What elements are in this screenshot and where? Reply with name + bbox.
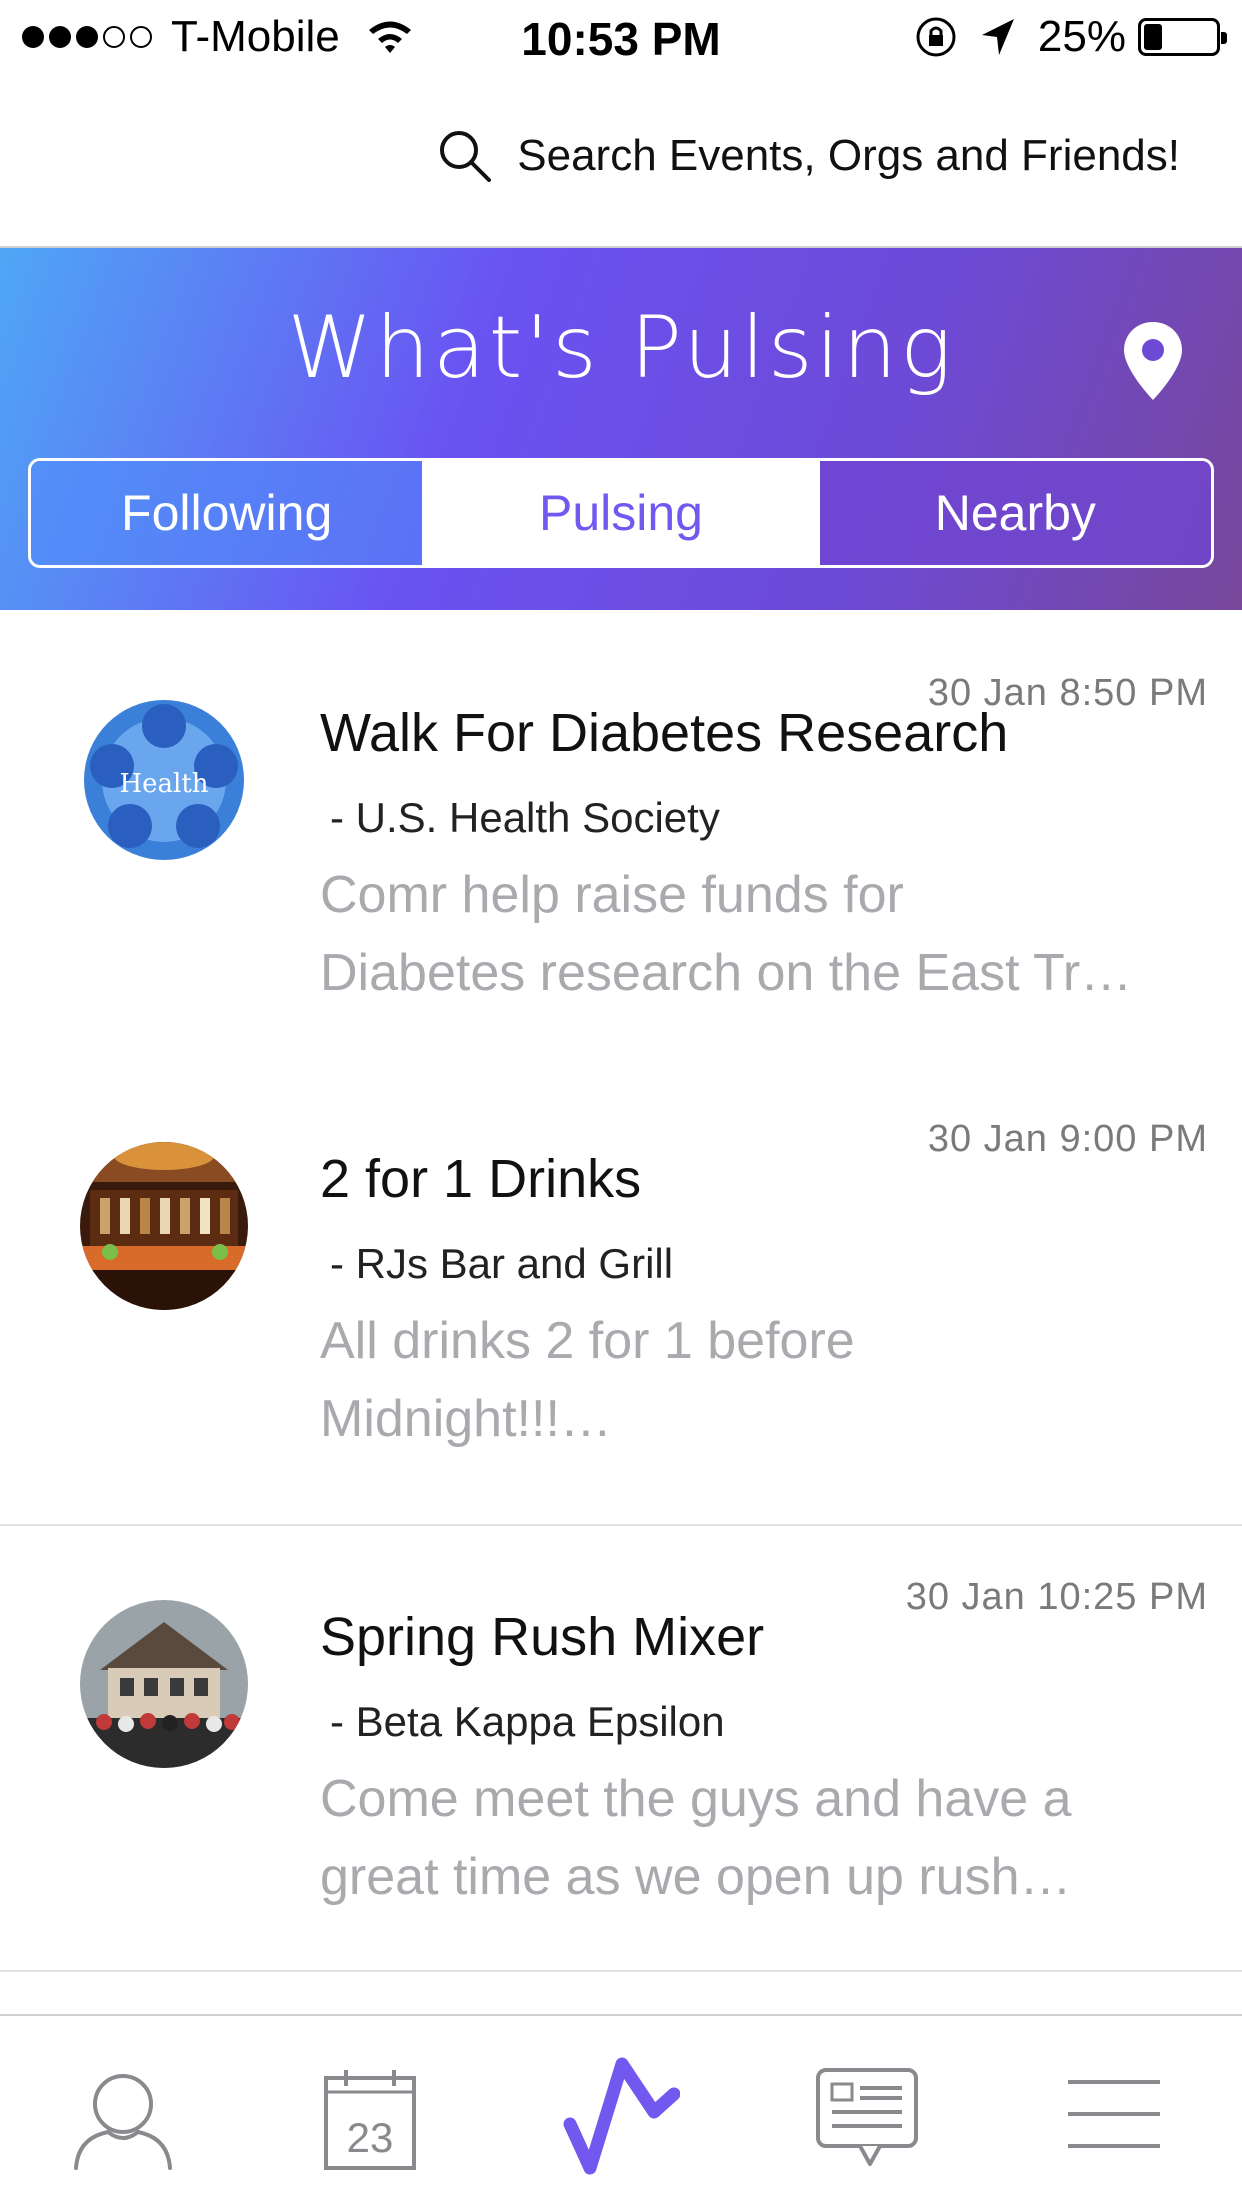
event-avatar — [80, 1142, 248, 1310]
event-organizer[interactable]: - U.S. Health Society — [330, 794, 720, 842]
battery-fill — [1144, 24, 1162, 50]
battery-icon — [1138, 18, 1227, 56]
event-time: 30 Jan 10:25 PM — [905, 1576, 1208, 1618]
event-title[interactable]: Walk For Diabetes Research — [320, 702, 1008, 764]
event-organizer[interactable]: - Beta Kappa Epsilon — [330, 1698, 725, 1746]
status-bar: T-Mobile 10:53 PM 25% — [0, 0, 1242, 78]
event-description-line: Comr help raise funds for — [320, 866, 904, 924]
search-field[interactable]: Search Events, Orgs and Friends! — [437, 128, 1180, 184]
avatar-label: Health — [119, 769, 208, 799]
event-description: Comr help raise funds for Diabetes resea… — [320, 856, 1210, 1012]
battery-tip — [1221, 32, 1227, 44]
search-placeholder[interactable]: Search Events, Orgs and Friends! — [517, 131, 1180, 181]
event-title[interactable]: Spring Rush Mixer — [320, 1606, 764, 1668]
header: What's Pulsing Following Pulsing Nearby — [0, 248, 1242, 610]
event-item[interactable]: 30 Jan 9:00 PM 2 for 1 Drinks - RJs Bar … — [0, 1056, 1242, 1526]
health-logo-icon: Health — [80, 696, 248, 864]
fraternity-photo-icon — [80, 1600, 248, 1768]
search-bar[interactable]: Search Events, Orgs and Friends! — [0, 78, 1242, 248]
messages-icon[interactable] — [812, 2064, 922, 2174]
event-organizer[interactable]: - RJs Bar and Grill — [330, 1240, 673, 1288]
event-description-line: All drinks 2 for 1 before — [320, 1312, 855, 1370]
calendar-icon[interactable]: 23 — [320, 2064, 420, 2174]
battery-percent: 25% — [1037, 12, 1126, 61]
bottom-tab-bar: 23 — [0, 2014, 1242, 2208]
event-title[interactable]: 2 for 1 Drinks — [320, 1148, 641, 1210]
search-icon[interactable] — [437, 128, 493, 184]
calendar-day: 23 — [347, 2114, 394, 2161]
tab-pulsing[interactable]: Pulsing — [425, 461, 817, 565]
event-description-line: great time as we open up rush… — [320, 1848, 1072, 1906]
tab-nearby[interactable]: Nearby — [816, 461, 1211, 565]
event-description-line: Come meet the guys and have a — [320, 1770, 1072, 1828]
bar-photo-icon — [80, 1142, 248, 1310]
event-description-line: Midnight!!!… — [320, 1390, 612, 1448]
event-description: All drinks 2 for 1 before Midnight!!!… — [320, 1302, 1210, 1458]
event-avatar — [80, 1600, 248, 1768]
orientation-lock-icon — [916, 17, 956, 57]
map-pin-icon[interactable] — [1122, 320, 1184, 402]
event-avatar: Health — [80, 696, 248, 864]
event-feed[interactable]: Health 30 Jan 8:50 PM Walk For Diabetes … — [0, 610, 1242, 2014]
tab-following[interactable]: Following — [31, 461, 426, 565]
pulse-icon[interactable] — [560, 2050, 680, 2180]
event-time: 30 Jan 9:00 PM — [927, 1118, 1208, 1160]
event-description: Come meet the guys and have a great time… — [320, 1760, 1210, 1916]
status-right: 25% — [914, 12, 1227, 62]
menu-icon[interactable] — [1064, 2076, 1164, 2156]
event-description-line: Diabetes research on the East Tr… — [320, 944, 1133, 1002]
event-item[interactable]: Health 30 Jan 8:50 PM Walk For Diabetes … — [0, 610, 1242, 1056]
event-item[interactable]: 30 Jan 10:25 PM Spring Rush Mixer - Beta… — [0, 1526, 1242, 1972]
page-title: What's Pulsing — [287, 298, 955, 398]
feed-tabs: Following Pulsing Nearby — [28, 458, 1214, 568]
location-arrow-icon — [981, 19, 1014, 55]
profile-icon[interactable] — [68, 2064, 178, 2174]
